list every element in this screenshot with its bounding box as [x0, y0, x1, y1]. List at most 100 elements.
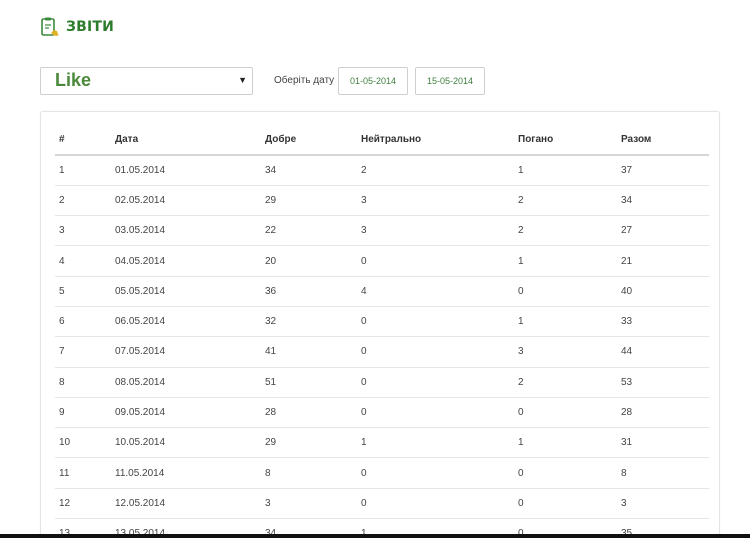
cell-bad: 1: [514, 427, 617, 458]
cell-date: 06.05.2014: [111, 305, 261, 337]
cell-neutral: 1: [357, 427, 514, 458]
table-row: 9 09.05.2014 28 0 0 28: [55, 396, 709, 428]
cell-number: 9: [55, 396, 111, 428]
cell-good: 34: [265, 164, 277, 176]
cell-bad: 1: [514, 305, 617, 337]
cell-neutral: 0: [357, 487, 514, 519]
cell-bad: 0: [514, 275, 617, 307]
cell-good: 8: [261, 457, 357, 489]
cell-total: 44: [617, 336, 709, 368]
cell-total: 31: [617, 427, 709, 458]
cell-neutral: 2: [361, 164, 367, 176]
cell-number: 7: [55, 336, 111, 368]
column-header-total: Разом: [617, 125, 709, 156]
cell-bad: 2: [514, 366, 617, 398]
cell-good: 51: [261, 366, 357, 398]
cell-number: 4: [55, 245, 111, 277]
cell-number: 8: [55, 366, 111, 398]
cell-number: 5: [55, 275, 111, 307]
cell-neutral: 0: [357, 396, 514, 428]
cell-neutral: 0: [357, 336, 514, 368]
cell-good: 3: [261, 487, 357, 519]
table-row: 7 07.05.2014 41 0 3 44: [55, 336, 709, 368]
table-row: 1 01.05.2014 34 2 1 37: [55, 155, 709, 185]
cell-number: 3: [55, 215, 111, 246]
table-row: 10 10.05.2014 29 1 1 31: [55, 427, 709, 458]
page-header: ЗВІТИ: [40, 16, 114, 38]
cell-number: 1: [59, 164, 65, 176]
table-row: 12 12.05.2014 3 0 0 3: [55, 487, 709, 519]
cell-number: 11: [55, 457, 111, 489]
clipboard-report-icon: [40, 16, 60, 38]
cell-total: 3: [617, 487, 709, 519]
cell-neutral: 0: [357, 305, 514, 337]
cell-date: 02.05.2014: [111, 184, 261, 216]
cell-number: 12: [55, 487, 111, 519]
cell-bad: 2: [514, 215, 617, 246]
column-header-good: Добре: [261, 125, 357, 156]
table-row: 4 04.05.2014 20 0 1 21: [55, 245, 709, 277]
cell-date: 01.05.2014: [115, 164, 166, 176]
table-row: 2 02.05.2014 29 3 2 34: [55, 184, 709, 216]
cell-bad: 0: [514, 457, 617, 489]
cell-total: 27: [617, 215, 709, 246]
cell-total: 40: [617, 275, 709, 307]
table-row: 8 08.05.2014 51 0 2 53: [55, 366, 709, 398]
table-row: 3 03.05.2014 22 3 2 27: [55, 215, 709, 246]
page-title: ЗВІТИ: [66, 19, 115, 35]
cell-neutral: 0: [357, 366, 514, 398]
cell-neutral: 0: [357, 245, 514, 277]
cell-good: 20: [261, 245, 357, 277]
cell-good: 22: [261, 215, 357, 246]
column-header-bad: Погано: [514, 125, 617, 156]
cell-date: 11.05.2014: [111, 457, 261, 489]
cell-date: 07.05.2014: [111, 336, 261, 368]
cell-bad: 3: [514, 336, 617, 368]
cell-neutral: 0: [357, 457, 514, 489]
cell-good: 32: [261, 305, 357, 337]
cell-total: 21: [617, 245, 709, 277]
report-controls: Like ▼ Оберіть дату 01-05-2014 15-05-201…: [40, 67, 720, 97]
date-to-button[interactable]: 15-05-2014: [415, 67, 485, 95]
report-type-select[interactable]: Like ▼: [40, 67, 253, 95]
column-header-date: Дата: [111, 125, 261, 156]
cell-bad: 1: [518, 164, 524, 176]
cell-date: 05.05.2014: [111, 275, 261, 307]
cell-total: 34: [617, 184, 709, 216]
date-label: Оберіть дату: [274, 75, 335, 86]
cell-neutral: 3: [357, 215, 514, 246]
cell-neutral: 4: [357, 275, 514, 307]
column-header-number: #: [55, 125, 111, 156]
reports-page: ЗВІТИ Like ▼ Оберіть дату 01-05-2014 15-…: [0, 0, 750, 538]
report-type-value: Like: [55, 70, 92, 90]
cell-date: 08.05.2014: [111, 366, 261, 398]
report-table: # Дата Добре Нейтрально Погано Разом 1 01…: [55, 125, 709, 538]
cell-total: 28: [617, 396, 709, 428]
cell-good: 36: [261, 275, 357, 307]
date-from-button[interactable]: 01-05-2014: [338, 67, 408, 95]
table-row: 11 11.05.2014 8 0 0 8: [55, 457, 709, 489]
cell-bad: 0: [514, 396, 617, 428]
table-header-row: # Дата Добре Нейтрально Погано Разом: [55, 125, 709, 156]
cell-neutral: 3: [357, 184, 514, 216]
cell-good: 29: [261, 427, 357, 458]
cell-good: 41: [261, 336, 357, 368]
cell-good: 28: [261, 396, 357, 428]
cell-number: 10: [55, 427, 111, 458]
cell-date: 03.05.2014: [111, 215, 261, 246]
bottom-edge: [0, 534, 750, 538]
report-panel: # Дата Добре Нейтрально Погано Разом 1 01…: [40, 111, 720, 538]
cell-bad: 1: [514, 245, 617, 277]
dropdown-arrow-icon: ▼: [238, 75, 247, 85]
cell-date: 09.05.2014: [111, 396, 261, 428]
table-body: 1 01.05.2014 34 2 1 37 2 02.05.2014 29 3 2 34 3 03.05…: [55, 155, 709, 538]
cell-date: 10.05.2014: [111, 427, 261, 458]
cell-total: 33: [617, 305, 709, 337]
cell-total: 8: [617, 457, 709, 489]
cell-date: 04.05.2014: [111, 245, 261, 277]
column-header-neutral: Нейтрально: [357, 125, 514, 156]
cell-bad: 0: [514, 487, 617, 519]
table-row: 6 06.05.2014 32 0 1 33: [55, 305, 709, 337]
table-row: 5 05.05.2014 36 4 0 40: [55, 275, 709, 307]
cell-date: 12.05.2014: [111, 487, 261, 519]
